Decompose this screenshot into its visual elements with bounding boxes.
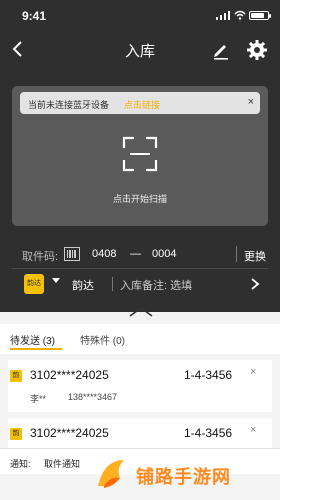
pickup-code-separator: —: [130, 248, 141, 260]
collapse-icon[interactable]: [128, 306, 154, 318]
bluetooth-banner: 当前未连接蓝牙设备 点击链接 ×: [20, 92, 260, 114]
remark-field[interactable]: 入库备注: 选填: [120, 277, 192, 293]
status-time: 9:41: [22, 9, 47, 23]
page-title: 入库: [124, 43, 155, 60]
recipient-phone: 138****3467: [68, 392, 118, 402]
nav-bar: 入库: [0, 34, 280, 66]
recipient-name: 李**: [30, 394, 47, 404]
tab-bar: 待发送 (3) 特殊件 (0): [0, 324, 280, 354]
notice-label: 通知:: [10, 459, 31, 469]
scan-area[interactable]: 当前未连接蓝牙设备 点击链接 × 点击开始扫描: [12, 86, 268, 226]
watermark-text: 铺路手游网: [136, 467, 231, 487]
battery-icon: [249, 11, 271, 20]
list-item[interactable]: 韵 3102****24025 1-4-3456 ×: [8, 418, 272, 448]
tab-pending[interactable]: 待发送 (3): [10, 332, 55, 347]
tracking-number: 3102****24025: [30, 368, 109, 382]
chevron-right-icon[interactable]: [250, 277, 260, 291]
status-bar: 9:41: [0, 0, 280, 32]
shelf-code: 1-4-3456: [184, 426, 233, 440]
scan-hint: 点击开始扫描: [112, 194, 167, 204]
dropdown-icon[interactable]: [52, 278, 60, 283]
pickup-code-label: 取件码:: [22, 251, 59, 263]
close-icon[interactable]: ×: [250, 424, 256, 436]
watermark: 铺路手游网: [72, 452, 282, 498]
close-icon[interactable]: ×: [248, 96, 254, 108]
close-icon[interactable]: ×: [250, 366, 256, 378]
pickup-code-part1[interactable]: 0408: [92, 248, 116, 260]
scan-frame-icon[interactable]: [122, 136, 158, 172]
tab-special[interactable]: 特殊件 (0): [80, 332, 125, 347]
tab-indicator: [10, 348, 62, 350]
gear-icon[interactable]: [245, 38, 269, 62]
pickup-code-part2[interactable]: 0004: [152, 248, 176, 260]
courier-badge: 韵: [10, 370, 22, 382]
change-button[interactable]: 更换: [244, 248, 266, 264]
signal-icon: [216, 11, 230, 20]
courier-row: 韵达 韵达 入库备注: 选填: [12, 272, 268, 296]
watermark-logo-icon: [98, 460, 124, 488]
wifi-icon: [234, 10, 246, 20]
divider: [236, 246, 237, 262]
pickup-code-row: 取件码: 0408 — 0004 更换: [12, 244, 268, 266]
courier-name[interactable]: 韵达: [72, 277, 94, 293]
tracking-number: 3102****24025: [30, 426, 109, 440]
divider: [12, 268, 268, 269]
bluetooth-message: 当前未连接蓝牙设备: [28, 100, 110, 110]
courier-badge: 韵: [10, 428, 22, 440]
divider: [112, 277, 113, 291]
barcode-icon[interactable]: [64, 247, 80, 261]
list-item[interactable]: 韵 3102****24025 1-4-3456 × 李** 138****34…: [8, 360, 272, 412]
bluetooth-connect-link[interactable]: 点击链接: [124, 98, 160, 111]
shelf-code: 1-4-3456: [184, 368, 233, 382]
courier-logo[interactable]: 韵达: [24, 274, 44, 294]
pen-icon[interactable]: [210, 39, 232, 61]
